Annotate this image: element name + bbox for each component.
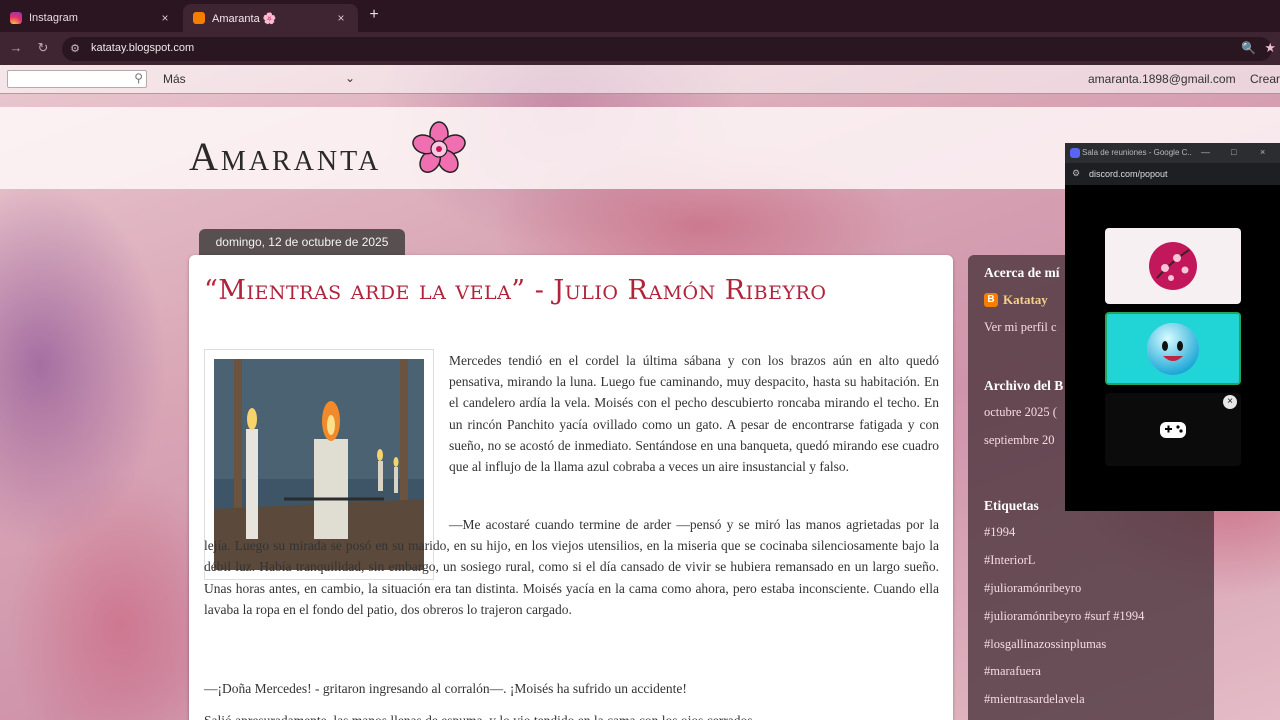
reload-icon[interactable]: ↻ xyxy=(35,40,51,56)
archive-heading: Archivo del B xyxy=(984,378,1064,393)
minimize-icon[interactable]: — xyxy=(1201,147,1210,157)
site-settings-icon[interactable]: ⚙ xyxy=(1072,168,1080,179)
label-link[interactable]: #marafuera xyxy=(984,664,1041,679)
create-blog-link[interactable]: Crear xyxy=(1250,72,1280,86)
cherry-blossom-avatar xyxy=(1149,242,1197,290)
blogger-profile-icon: B xyxy=(984,293,998,307)
site-settings-icon[interactable]: ⚙ xyxy=(68,42,82,56)
account-email[interactable]: amaranta.1898@gmail.com xyxy=(1088,72,1236,86)
about-heading: Acerca de mí xyxy=(984,265,1060,280)
post-paragraph: Mercedes tendió en el cordel la última s… xyxy=(449,353,939,475)
blogger-icon xyxy=(193,12,205,24)
post-paragraph: —Me acostaré cuando termine de arder —pe… xyxy=(204,517,939,617)
more-menu[interactable]: Más xyxy=(163,72,186,86)
close-tile-icon[interactable]: × xyxy=(1223,395,1237,409)
gamepad-icon xyxy=(1160,422,1186,438)
post-title[interactable]: “Mientras arde la vela” - Julio Ramón Ri… xyxy=(204,275,826,306)
address-bar: → ↻ ⚙ katatay.blogspot.com 🔍 ★ xyxy=(0,32,1280,65)
discord-icon xyxy=(1070,148,1080,158)
archive-item[interactable]: octubre 2025 ( xyxy=(984,405,1057,420)
blogger-navbar: ⚲ Más ⌄ amaranta.1898@gmail.com Crear xyxy=(0,65,1280,94)
blog-search-input[interactable]: ⚲ xyxy=(7,70,147,88)
labels-heading: Etiquetas xyxy=(984,498,1039,513)
label-link[interactable]: #julioramónribeyro #surf #1994 xyxy=(984,609,1144,624)
label-link[interactable]: #1994 xyxy=(984,525,1015,540)
discord-popout-window: Sala de reuniones - Google C... — □ × ⚙ … xyxy=(1065,143,1280,511)
archive-item[interactable]: septiembre 20 xyxy=(984,433,1054,448)
blog-title[interactable]: Amaranta xyxy=(189,133,381,180)
url-field[interactable]: ⚙ katatay.blogspot.com 🔍 ★ xyxy=(62,37,1276,61)
maximize-icon[interactable]: □ xyxy=(1231,147,1236,157)
popout-title-bar[interactable]: Sala de reuniones - Google C... — □ × xyxy=(1065,143,1280,163)
author-link[interactable]: Katatay xyxy=(1003,292,1048,308)
close-tab-icon[interactable]: × xyxy=(334,11,348,25)
chevron-down-icon[interactable]: ⌄ xyxy=(345,71,355,85)
popout-title: Sala de reuniones - Google C... xyxy=(1082,148,1192,157)
popout-url: discord.com/popout xyxy=(1089,169,1168,179)
label-link[interactable]: #julioramónribeyro xyxy=(984,581,1081,596)
bookmark-star-icon[interactable]: ★ xyxy=(1264,40,1276,56)
label-link[interactable]: #mientrasardelavela xyxy=(984,692,1085,707)
new-tab-button[interactable]: + xyxy=(366,6,382,24)
participant-tile[interactable] xyxy=(1105,228,1241,304)
label-link[interactable]: #InteriorL xyxy=(984,553,1035,568)
search-icon[interactable]: ⚲ xyxy=(134,71,143,85)
instagram-icon xyxy=(10,12,22,24)
blue-smiley-avatar xyxy=(1147,323,1199,375)
activity-tile[interactable] xyxy=(1105,393,1241,466)
post-paragraph: Salió apresuradamente, las manos llenas … xyxy=(204,710,939,720)
close-window-icon[interactable]: × xyxy=(1260,147,1265,157)
sakura-flower-icon xyxy=(412,121,466,173)
participant-tile-speaking[interactable] xyxy=(1105,312,1241,385)
label-link[interactable]: #losgallinazossinplumas xyxy=(984,637,1106,652)
popout-url-bar: ⚙ discord.com/popout xyxy=(1065,163,1280,185)
forward-icon[interactable]: → xyxy=(8,40,24,56)
close-tab-icon[interactable]: × xyxy=(158,11,172,25)
url-text[interactable]: katatay.blogspot.com xyxy=(91,42,194,54)
tab-title: Amaranta 🌸 xyxy=(212,12,277,25)
view-profile-link[interactable]: Ver mi perfil c xyxy=(984,320,1057,335)
tab-instagram[interactable]: Instagram × xyxy=(0,4,182,32)
post-paragraph: —¡Doña Mercedes! - gritaron ingresando a… xyxy=(204,681,687,696)
browser-tab-bar: Instagram × Amaranta 🌸 × + xyxy=(0,0,1280,32)
post-date: domingo, 12 de octubre de 2025 xyxy=(199,229,405,255)
tab-amaranta[interactable]: Amaranta 🌸 × xyxy=(183,4,358,32)
tab-title: Instagram xyxy=(29,12,78,24)
zoom-icon[interactable]: 🔍 xyxy=(1241,41,1256,55)
post-card: “Mientras arde la vela” - Julio Ramón Ri… xyxy=(189,255,953,720)
